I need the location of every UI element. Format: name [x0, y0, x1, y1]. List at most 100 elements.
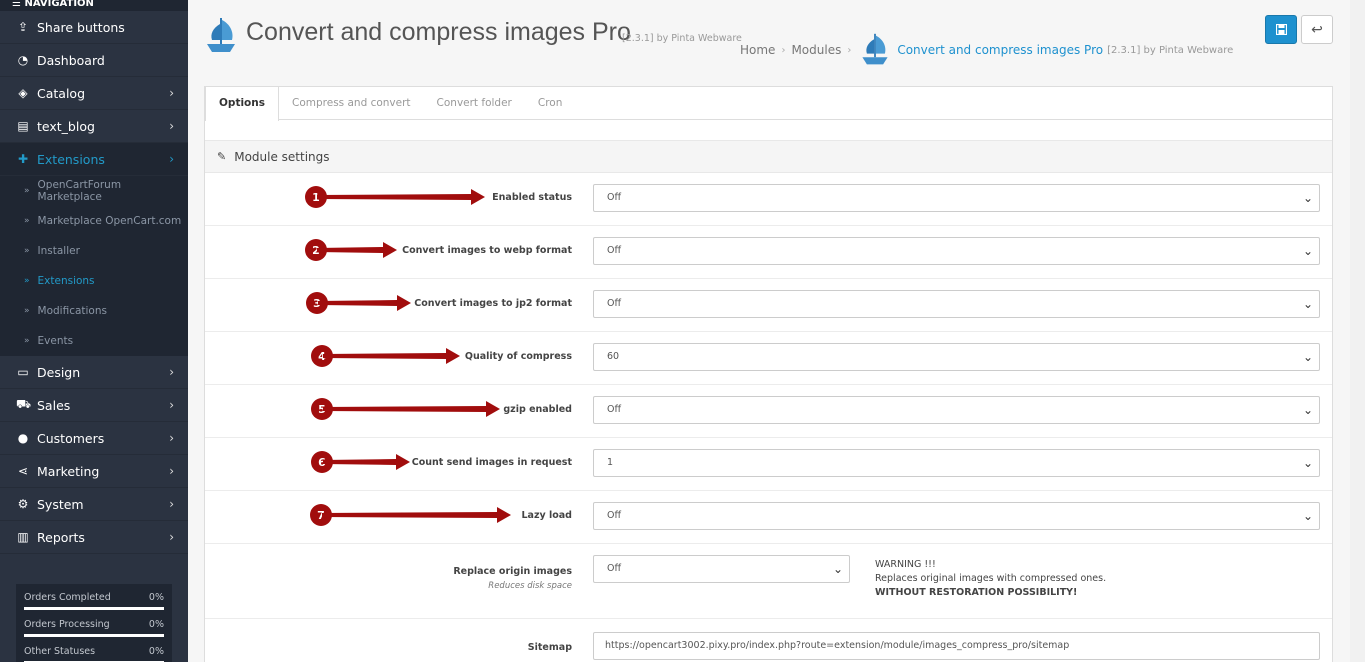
chevron-right-icon: › [169, 497, 174, 511]
submenu-item-opencartforum[interactable]: » OpenCartForum Marketplace [0, 176, 188, 206]
order-stats: Orders Completed 0% Orders Processing 0% O… [16, 584, 172, 662]
setting-select[interactable]: 1 ⌄ [593, 449, 1320, 477]
submenu-item-marketplace[interactable]: » Marketplace OpenCart.com [0, 206, 188, 236]
sidebar-item-reports[interactable]: ▥ Reports › [0, 521, 188, 554]
tab-compress-and-convert[interactable]: Compress and convert [279, 87, 424, 119]
chevron-down-icon: ⌄ [1302, 350, 1313, 364]
setting-row-quality-of-compress: 4 Quality of compress 60 ⌄ [205, 332, 1332, 385]
chevron-down-icon: ⌄ [1302, 403, 1313, 417]
sidebar-item-system[interactable]: ⚙ System › [0, 488, 188, 521]
breadcrumb-modules[interactable]: Modules [791, 43, 841, 57]
chevron-down-icon: ⌄ [1302, 509, 1313, 523]
setting-select[interactable]: Off ⌄ [593, 184, 1320, 212]
sidebar-item-share-buttons[interactable]: ⇪ Share buttons [0, 11, 188, 44]
sidebar-item-catalog[interactable]: ◈ Catalog › [0, 77, 188, 110]
double-chevron-icon: » [24, 246, 30, 256]
submenu-item-installer[interactable]: » Installer [0, 236, 188, 266]
setting-row-enabled-status: 1 Enabled status Off ⌄ [205, 173, 1332, 226]
book-icon: ▤ [17, 119, 29, 133]
sitemap-input[interactable]: https://opencart3002.pixy.pro/index.php?… [593, 632, 1320, 660]
sidebar-item-dashboard[interactable]: ◔ Dashboard [0, 44, 188, 77]
page-version: [2.3.1] by Pinta Webware [622, 33, 742, 44]
settings-list: 1 Enabled status Off ⌄ 2 Convert images to we… [205, 173, 1332, 544]
settings-panel: Options Compress and convert Convert fol… [204, 86, 1333, 662]
bar-chart-icon: ▥ [17, 530, 29, 544]
setting-select[interactable]: Off ⌄ [593, 237, 1320, 265]
puzzle-icon: ✚ [17, 152, 29, 166]
chevron-right-icon: › [169, 464, 174, 478]
replace-origin-hint: Reduces disk space [488, 581, 572, 591]
setting-select[interactable]: Off ⌄ [593, 290, 1320, 318]
tab-convert-folder[interactable]: Convert folder [424, 87, 525, 119]
setting-select[interactable]: 60 ⌄ [593, 343, 1320, 371]
chevron-right-icon: › [169, 530, 174, 544]
back-button[interactable]: ↩ [1301, 15, 1333, 44]
cog-icon: ⚙ [17, 497, 29, 511]
sidebar-item-customers[interactable]: ● Customers › [0, 422, 188, 455]
breadcrumb: Home › Modules › Convert and compress im… [740, 32, 1233, 68]
progress-bar [24, 634, 164, 637]
sidebar-item-design[interactable]: ▭ Design › [0, 356, 188, 389]
double-chevron-icon: » [24, 216, 30, 226]
annotation-arrow-icon [317, 189, 485, 205]
user-icon: ● [17, 431, 29, 445]
chevron-down-icon: ⌄ [1302, 297, 1313, 311]
setting-label: Quality of compress [464, 351, 572, 362]
chevron-right-icon: › [169, 365, 174, 379]
submenu-item-extensions[interactable]: » Extensions [0, 266, 188, 296]
scrollbar[interactable] [1350, 0, 1365, 662]
stat-orders-processing: Orders Processing 0% [24, 619, 164, 637]
setting-label: gzip enabled [503, 404, 572, 415]
desktop-icon: ▭ [17, 365, 29, 379]
setting-select[interactable]: Off ⌄ [593, 396, 1320, 424]
stat-other-statuses: Other Statuses 0% [24, 646, 164, 662]
annotation-arrow-icon [323, 401, 500, 417]
sidebar-item-sales[interactable]: ⛟ Sales › [0, 389, 188, 422]
menu-icon: ☰ [12, 0, 21, 9]
annotation-arrow-icon [323, 454, 410, 470]
tab-cron[interactable]: Cron [525, 87, 576, 119]
breadcrumb-module[interactable]: Convert and compress images Pro [897, 43, 1103, 57]
chevron-right-icon: › [169, 86, 174, 100]
chevron-down-icon: ⌄ [832, 562, 843, 576]
breadcrumb-home[interactable]: Home [740, 43, 775, 57]
progress-bar [24, 607, 164, 610]
save-button[interactable] [1265, 15, 1297, 44]
chevron-down-icon: ⌄ [1302, 456, 1313, 470]
submenu-item-modifications[interactable]: » Modifications [0, 296, 188, 326]
sidebar-item-text-blog[interactable]: ▤ text_blog › [0, 110, 188, 143]
stat-orders-completed: Orders Completed 0% [24, 592, 164, 610]
chevron-right-icon: › [169, 398, 174, 412]
submenu-item-events[interactable]: » Events [0, 326, 188, 356]
double-chevron-icon: » [24, 306, 30, 316]
double-chevron-icon: » [24, 336, 30, 346]
sitemap-label: Sitemap [527, 642, 572, 653]
share-icon: ⇪ [17, 20, 29, 34]
sitemap-row: Sitemap https://opencart3002.pixy.pro/in… [205, 619, 1332, 660]
page-header: Convert and compress images Pro [2.3.1] … [188, 0, 1350, 72]
tab-options[interactable]: Options [205, 87, 279, 121]
page-title: Convert and compress images Pro [246, 18, 631, 46]
reply-icon: ↩ [1311, 21, 1323, 38]
tag-icon: ◈ [18, 86, 28, 100]
panel-heading: ✎ Module settings [205, 140, 1332, 173]
chevron-right-icon: › [169, 431, 174, 445]
breadcrumb-separator-icon: › [847, 44, 852, 56]
breadcrumb-separator-icon: › [781, 44, 786, 56]
chevron-down-icon: ⌄ [1302, 244, 1313, 258]
setting-row-count-send-images-in-request: 6 Count send images in request 1 ⌄ [205, 438, 1332, 491]
setting-select[interactable]: Off ⌄ [593, 502, 1320, 530]
save-icon [1275, 24, 1287, 35]
replace-origin-select[interactable]: Off ⌄ [593, 555, 850, 583]
setting-row-gzip-enabled: 5 gzip enabled Off ⌄ [205, 385, 1332, 438]
sidebar-item-marketing[interactable]: ⋖ Marketing › [0, 455, 188, 488]
setting-row-lazy-load: 7 Lazy load Off ⌄ [205, 491, 1332, 544]
annotation-arrow-icon [323, 348, 460, 364]
sidebar-item-extensions[interactable]: ✚ Extensions › [0, 143, 188, 176]
annotation-arrow-icon [318, 295, 411, 311]
setting-label: Convert images to jp2 format [414, 298, 572, 309]
replace-origin-row: Replace origin images Reduces disk space… [205, 544, 1332, 619]
chevron-right-icon: › [169, 119, 174, 133]
setting-label: Count send images in request [411, 457, 572, 468]
replace-origin-label: Replace origin images [453, 566, 572, 577]
